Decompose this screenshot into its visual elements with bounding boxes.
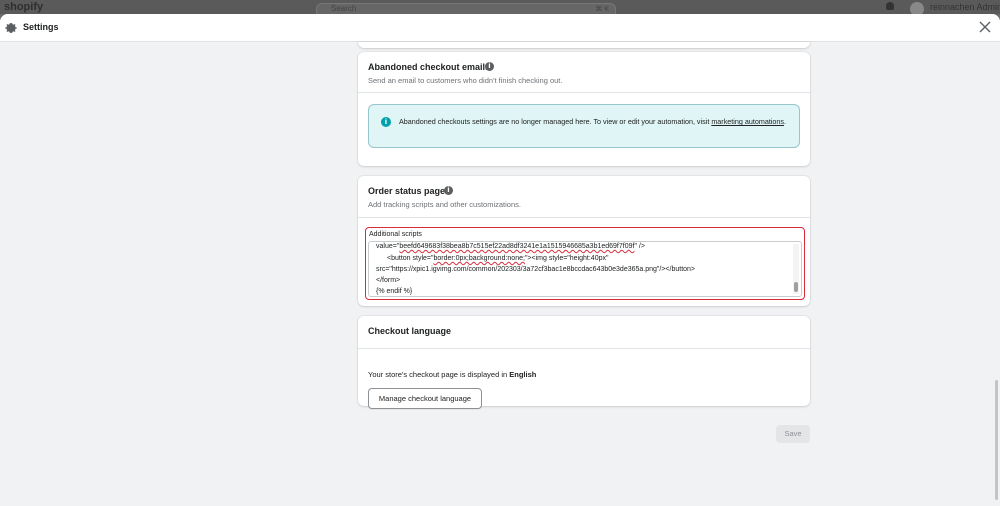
order-status-subtitle: Add tracking scripts and other customiza… <box>368 200 521 209</box>
current-language: English <box>509 370 537 379</box>
search-placeholder: Search <box>331 4 357 13</box>
scrollbar-thumb[interactable] <box>794 282 798 292</box>
textarea-scrollbar[interactable] <box>793 244 799 294</box>
divider <box>358 217 810 218</box>
additional-scripts-highlight: Additional scripts value="beefd649683f38… <box>365 227 805 300</box>
banner-text: Abandoned checkouts settings are no long… <box>399 116 795 127</box>
banner-message: Abandoned checkouts settings are no long… <box>399 117 712 126</box>
code-line: </form> <box>376 277 401 284</box>
close-icon[interactable] <box>978 20 992 34</box>
abandoned-checkout-card: Abandoned checkout emails i Send an emai… <box>358 52 810 166</box>
code-line: src="https://xpic1.igvimg.com/common/202… <box>376 266 696 273</box>
banner-end: . <box>784 117 787 126</box>
shopify-logo: shopify <box>4 1 44 13</box>
abandoned-title: Abandoned checkout emails <box>368 62 491 72</box>
checkout-language-text: Your store's checkout page is displayed … <box>368 370 537 379</box>
divider <box>358 92 810 93</box>
topbar-search[interactable]: Search ⌘ K <box>316 3 616 14</box>
notification-bell-icon[interactable] <box>886 2 894 10</box>
avatar[interactable] <box>910 2 924 14</box>
code-line: <button style="border:0px;background:non… <box>387 255 609 262</box>
order-status-title: Order status page <box>368 186 446 196</box>
marketing-automations-link[interactable]: marketing automations <box>711 117 784 126</box>
checkout-language-card: Checkout language Your store's checkout … <box>358 316 810 409</box>
code-line: {% endif %} <box>376 288 413 295</box>
checkout-language-title: Checkout language <box>368 326 452 336</box>
previous-card <box>358 42 810 48</box>
settings-modal: Settings Abandoned checkout emails i Sen… <box>0 14 1000 506</box>
save-button[interactable]: Save <box>776 425 810 443</box>
manage-checkout-language-button[interactable]: Manage checkout language <box>368 388 482 409</box>
info-icon[interactable]: i <box>485 62 494 71</box>
divider <box>358 348 810 349</box>
info-icon[interactable]: i <box>444 186 453 195</box>
info-banner: i Abandoned checkouts settings are no lo… <box>368 104 800 148</box>
store-name[interactable]: reinnachen Admin <box>930 2 1000 12</box>
shopify-topbar: shopify Search ⌘ K reinnachen Admin <box>0 0 1000 14</box>
settings-header: Settings <box>0 14 1000 42</box>
page-scrollbar[interactable] <box>995 380 998 500</box>
abandoned-subtitle: Send an email to customers who didn't fi… <box>368 76 563 85</box>
additional-scripts-label: Additional scripts <box>369 231 422 238</box>
search-shortcut: ⌘ K <box>595 6 609 13</box>
gear-icon <box>5 23 17 33</box>
code-line: value="beefd649683f38bea8b7c515ef22ad8df… <box>376 243 645 250</box>
order-status-card: Order status page i Add tracking scripts… <box>358 176 810 306</box>
info-circle-icon: i <box>381 117 391 127</box>
additional-scripts-textarea[interactable]: value="beefd649683f38bea8b7c515ef22ad8df… <box>368 241 802 297</box>
settings-title: Settings <box>23 22 59 32</box>
